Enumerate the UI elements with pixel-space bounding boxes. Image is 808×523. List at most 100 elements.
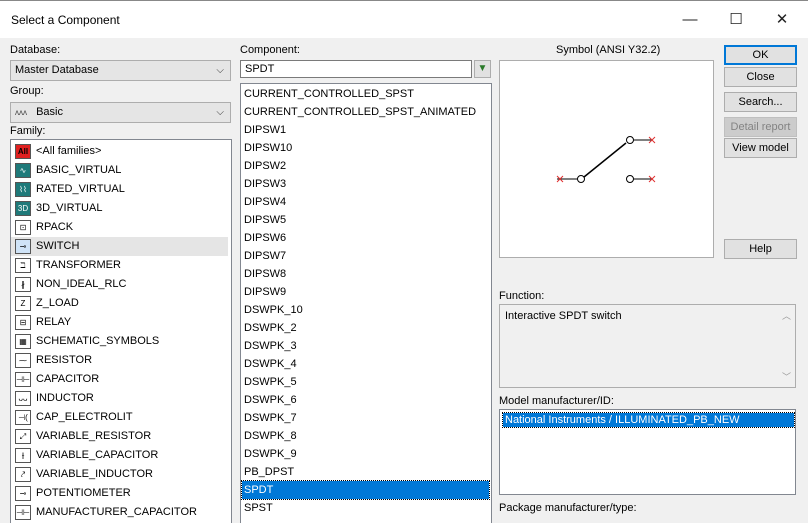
- model-item[interactable]: National Instruments / ILLUMINATED_PB_NE…: [502, 412, 795, 428]
- group-label: Group:: [10, 85, 44, 97]
- family-item[interactable]: ⫲ VARIABLE_CAPACITOR: [11, 446, 228, 465]
- family-item[interactable]: ⊣⊢ MANUFACTURER_CAPACITOR: [11, 503, 228, 522]
- component-item[interactable]: DIPSW1: [242, 121, 489, 139]
- component-item[interactable]: DIPSW8: [242, 265, 489, 283]
- function-scrollbar[interactable]: ︿ ﹀: [778, 305, 795, 387]
- spdt-symbol-icon: [556, 136, 656, 183]
- family-label: Family:: [10, 125, 46, 137]
- family-item[interactable]: 3D 3D_VIRTUAL: [11, 199, 228, 218]
- family-item-label: TRANSFORMER: [36, 259, 121, 271]
- family-item[interactable]: ℶ TRANSFORMER: [11, 256, 228, 275]
- component-item[interactable]: DSWPK_4: [242, 355, 489, 373]
- all-families-icon: All: [15, 144, 31, 159]
- family-item[interactable]: ∿ BASIC_VIRTUAL: [11, 161, 228, 180]
- basic-group-icon: ᴧᴧᴧ: [15, 108, 27, 117]
- family-item-label: CAPACITOR: [36, 373, 100, 385]
- database-dropdown[interactable]: Master Database ⌵: [10, 60, 231, 81]
- component-item[interactable]: DSWPK_7: [242, 409, 489, 427]
- switch-icon: ⊸: [15, 239, 31, 254]
- scroll-up-icon[interactable]: ︿: [782, 309, 791, 322]
- component-list[interactable]: CURRENT_CONTROLLED_SPST CURRENT_CONTROLLE…: [240, 83, 492, 523]
- family-list[interactable]: All <All families> ∿ BASIC_VIRTUAL ⌇⌇ RATED_V…: [10, 139, 232, 523]
- basic-virtual-icon: ∿: [15, 163, 31, 178]
- component-item[interactable]: DSWPK_9: [242, 445, 489, 463]
- component-item[interactable]: CURRENT_CONTROLLED_SPST: [242, 85, 489, 103]
- maximize-button[interactable]: ☐: [713, 5, 759, 35]
- family-item[interactable]: ∦ NON_IDEAL_RLC: [11, 275, 228, 294]
- component-item[interactable]: DIPSW9: [242, 283, 489, 301]
- minimize-button[interactable]: —: [667, 5, 713, 35]
- family-item-label: VARIABLE_INDUCTOR: [36, 468, 153, 480]
- family-item[interactable]: ⊣⊢ CAPACITOR: [11, 370, 228, 389]
- transformer-icon: ℶ: [15, 258, 31, 273]
- component-item[interactable]: SPST: [242, 499, 489, 517]
- family-item-label: MANUFACTURER_CAPACITOR: [36, 506, 197, 518]
- family-item[interactable]: ▦ SCHEMATIC_SYMBOLS: [11, 332, 228, 351]
- model-list[interactable]: National Instruments / ILLUMINATED_PB_NE…: [499, 409, 796, 495]
- detail-report-button[interactable]: Detail report: [724, 117, 797, 137]
- family-item[interactable]: ⊸ SWITCH: [11, 237, 228, 256]
- scroll-down-icon[interactable]: ﹀: [782, 370, 791, 383]
- family-item[interactable]: ⊸ POTENTIOMETER: [11, 484, 228, 503]
- component-item[interactable]: DIPSW10: [242, 139, 489, 157]
- function-textarea[interactable]: Interactive SPDT switch ︿ ﹀: [499, 304, 796, 388]
- component-item[interactable]: DSWPK_6: [242, 391, 489, 409]
- view-model-button[interactable]: View model: [724, 138, 797, 158]
- database-value: Master Database: [15, 64, 99, 76]
- family-item-label: <All families>: [36, 145, 102, 157]
- rpack-icon: ⊡: [15, 220, 31, 235]
- close-button[interactable]: Close: [724, 67, 797, 87]
- component-item[interactable]: DSWPK_5: [242, 373, 489, 391]
- family-item-label: INDUCTOR: [36, 392, 94, 404]
- component-label: Component:: [240, 44, 300, 56]
- function-value: Interactive SPDT switch: [505, 310, 622, 322]
- component-item[interactable]: PB_DPST: [242, 463, 489, 481]
- family-item-label: CAP_ELECTROLIT: [36, 411, 133, 423]
- family-item[interactable]: ᴗᴗ INDUCTOR: [11, 389, 228, 408]
- relay-icon: ⊟: [15, 315, 31, 330]
- family-item[interactable]: ⤤ VARIABLE_INDUCTOR: [11, 465, 228, 484]
- family-item[interactable]: ⊟ RELAY: [11, 313, 228, 332]
- family-item-label: RPACK: [36, 221, 74, 233]
- component-item[interactable]: CURRENT_CONTROLLED_SPST_ANIMATED: [242, 103, 489, 121]
- family-item[interactable]: Z Z_LOAD: [11, 294, 228, 313]
- manufacturer-capacitor-icon: ⊣⊢: [15, 505, 31, 520]
- component-item[interactable]: DSWPK_3: [242, 337, 489, 355]
- group-value: Basic: [36, 106, 63, 118]
- component-item[interactable]: DIPSW7: [242, 247, 489, 265]
- family-item-label: VARIABLE_RESISTOR: [36, 430, 152, 442]
- close-window-button[interactable]: ✕: [759, 5, 805, 35]
- ok-button[interactable]: OK: [724, 45, 797, 65]
- potentiometer-icon: ⊸: [15, 486, 31, 501]
- capacitor-icon: ⊣⊢: [15, 372, 31, 387]
- component-item[interactable]: DSWPK_10: [242, 301, 489, 319]
- resistor-icon: ⁓: [15, 353, 31, 368]
- family-item[interactable]: ⤢ VARIABLE_RESISTOR: [11, 427, 228, 446]
- component-search-input[interactable]: SPDT: [240, 60, 472, 78]
- help-button[interactable]: Help: [724, 239, 797, 259]
- family-item-label: Z_LOAD: [36, 297, 79, 309]
- model-label: Model manufacturer/ID:: [499, 395, 614, 407]
- z-load-icon: Z: [15, 296, 31, 311]
- family-item[interactable]: All <All families>: [11, 142, 228, 161]
- variable-capacitor-icon: ⫲: [15, 448, 31, 463]
- component-item[interactable]: DIPSW3: [242, 175, 489, 193]
- family-item-label: POTENTIOMETER: [36, 487, 131, 499]
- chevron-down-icon: ⌵: [216, 65, 224, 76]
- family-item[interactable]: ⊡ RPACK: [11, 218, 228, 237]
- group-dropdown[interactable]: ᴧᴧᴧ Basic ⌵: [10, 102, 231, 123]
- family-item-label: NON_IDEAL_RLC: [36, 278, 127, 290]
- component-item[interactable]: DIPSW6: [242, 229, 489, 247]
- filter-icon[interactable]: ▼: [474, 60, 491, 78]
- family-item[interactable]: ⌇⌇ RATED_VIRTUAL: [11, 180, 228, 199]
- family-item[interactable]: ⊣(CAP_ELECTROLIT: [11, 408, 228, 427]
- component-item[interactable]: SPDT: [241, 480, 490, 500]
- search-button[interactable]: Search...: [724, 92, 797, 112]
- family-item-label: BASIC_VIRTUAL: [36, 164, 122, 176]
- family-item[interactable]: ⁓ RESISTOR: [11, 351, 228, 370]
- component-item[interactable]: DIPSW5: [242, 211, 489, 229]
- component-item[interactable]: DSWPK_2: [242, 319, 489, 337]
- component-item[interactable]: DIPSW4: [242, 193, 489, 211]
- component-item[interactable]: DIPSW2: [242, 157, 489, 175]
- component-item[interactable]: DSWPK_8: [242, 427, 489, 445]
